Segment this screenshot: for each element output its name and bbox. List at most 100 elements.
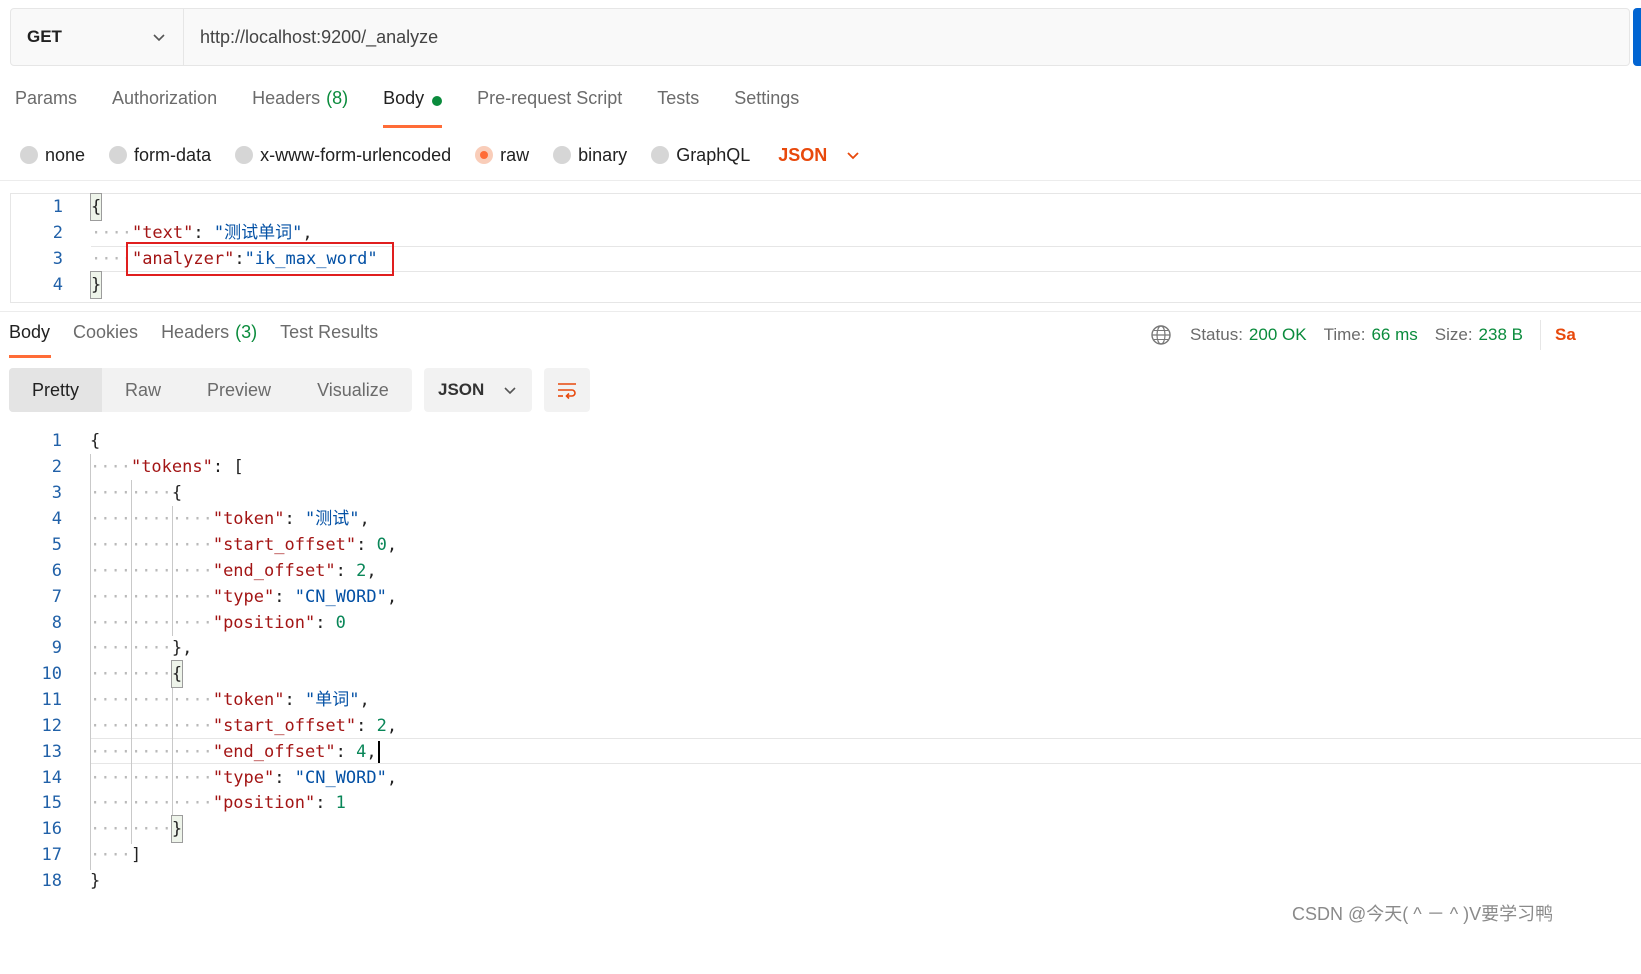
url-input[interactable]: http://localhost:9200/_analyze <box>184 9 1629 65</box>
size-label: Size: <box>1434 325 1473 344</box>
radio-form-data[interactable]: form-data <box>109 145 211 166</box>
text-cursor <box>377 741 380 763</box>
url-text: http://localhost:9200/_analyze <box>200 26 439 47</box>
save-response-button[interactable]: Sa <box>1555 325 1576 345</box>
code-line: ············"start_offset": 0, <box>90 535 398 555</box>
line-number: 17 <box>41 845 62 865</box>
radio-none[interactable]: none <box>20 145 85 166</box>
code-line: ············"end_offset": 2, <box>90 561 377 581</box>
response-format-dropdown[interactable]: JSON <box>424 368 532 412</box>
chevron-down-icon <box>847 152 859 160</box>
body-type-selector: none form-data x-www-form-urlencoded raw… <box>20 140 861 170</box>
tab-body[interactable]: Body <box>383 88 443 128</box>
line-number: 12 <box>41 716 62 736</box>
line-number: 2 <box>52 223 63 243</box>
response-tabs: Body Cookies Headers (3) Test Results <box>9 322 401 358</box>
response-body-viewer[interactable]: 1 2 3 4 5 6 7 8 9 10 11 12 13 14 15 16 1… <box>0 428 1641 898</box>
tab-headers[interactable]: Headers (8) <box>252 88 348 128</box>
code-line: ············"end_offset": 4, <box>90 739 380 765</box>
code-line: ····] <box>90 845 142 865</box>
line-number: 16 <box>41 819 62 839</box>
line-number: 1 <box>51 431 62 451</box>
status-value[interactable]: 200 OK <box>1249 325 1307 345</box>
code-line: { <box>90 431 101 451</box>
view-preview[interactable]: Preview <box>184 368 294 412</box>
code-line: ············"position": 0 <box>90 613 346 633</box>
divider <box>0 311 1641 312</box>
line-number: 11 <box>41 690 62 710</box>
body-format-dropdown[interactable]: JSON <box>778 145 861 166</box>
code-line: ············"start_offset": 2, <box>90 716 398 736</box>
code-line: ········{ <box>90 660 184 688</box>
send-button[interactable] <box>1633 8 1641 66</box>
tab-authorization[interactable]: Authorization <box>112 88 217 128</box>
method-select[interactable]: GET <box>11 9 184 65</box>
tab-params[interactable]: Params <box>15 88 77 128</box>
line-number: 4 <box>52 275 63 295</box>
size-value[interactable]: 238 B <box>1479 325 1523 345</box>
radio-circle-icon <box>553 146 572 164</box>
line-number: 3 <box>51 483 62 503</box>
chevron-down-icon <box>153 34 165 42</box>
view-pretty[interactable]: Pretty <box>9 368 103 412</box>
line-number: 6 <box>51 561 62 581</box>
globe-icon[interactable] <box>1150 324 1172 346</box>
radio-graphql[interactable]: GraphQL <box>651 145 750 166</box>
code-line: ········{ <box>90 483 183 503</box>
radio-checked-icon <box>475 146 494 164</box>
radio-circle-icon <box>651 146 670 164</box>
line-number: 3 <box>52 249 63 269</box>
code-line: ········}, <box>90 638 193 658</box>
request-url-bar: GET http://localhost:9200/_analyze <box>10 8 1630 66</box>
code-line: } <box>89 271 103 299</box>
time-value[interactable]: 66 ms <box>1371 325 1417 345</box>
divider <box>0 180 1641 181</box>
line-number: 1 <box>52 197 63 217</box>
code-line: ············"type": "CN_WORD", <box>90 768 398 788</box>
line-number: 15 <box>41 793 62 813</box>
line-number: 13 <box>41 742 62 762</box>
tab-test-results[interactable]: Test Results <box>280 322 378 358</box>
status-label: Status: <box>1190 325 1243 344</box>
tab-response-body[interactable]: Body <box>9 322 52 358</box>
code-line: ········} <box>90 815 184 843</box>
tab-tests[interactable]: Tests <box>657 88 699 128</box>
code-line: ············"token": "单词", <box>90 690 370 710</box>
tab-response-headers[interactable]: Headers (3) <box>161 322 257 358</box>
wrap-lines-icon <box>558 383 576 400</box>
annotation-highlight-box <box>126 242 394 276</box>
code-line: } <box>90 871 101 891</box>
tab-pre-request-script[interactable]: Pre-request Script <box>477 88 622 128</box>
headers-count: (8) <box>326 88 349 108</box>
line-number: 8 <box>51 613 62 633</box>
tab-cookies[interactable]: Cookies <box>73 322 138 358</box>
response-headers-count: (3) <box>235 322 258 342</box>
radio-x-www-form-urlencoded[interactable]: x-www-form-urlencoded <box>235 145 451 166</box>
radio-circle-icon <box>235 146 254 164</box>
divider <box>1539 320 1541 350</box>
tab-settings[interactable]: Settings <box>734 88 799 128</box>
view-visualize[interactable]: Visualize <box>294 368 412 412</box>
line-number: 14 <box>41 768 62 788</box>
line-number: 18 <box>41 871 62 891</box>
line-number: 7 <box>51 587 62 607</box>
chevron-down-icon <box>504 387 516 395</box>
code-line: ····"tokens": [ <box>90 457 244 477</box>
wrap-lines-button[interactable] <box>544 368 590 412</box>
view-mode-group: Pretty Raw Preview Visualize <box>9 368 412 412</box>
body-modified-dot-icon <box>432 96 443 106</box>
radio-raw[interactable]: raw <box>475 145 529 166</box>
line-number: 10 <box>41 664 62 684</box>
radio-binary[interactable]: binary <box>553 145 627 166</box>
radio-circle-icon <box>109 146 128 164</box>
code-line: { <box>89 193 103 221</box>
request-tabs: Params Authorization Headers (8) Body Pre… <box>15 88 834 128</box>
response-meta: Status: 200 OK Time: 66 ms Size: 238 B Sa <box>1150 320 1576 350</box>
line-number: 9 <box>51 638 62 658</box>
code-line: ············"token": "测试", <box>90 509 370 529</box>
line-number: 2 <box>51 457 62 477</box>
line-number: 4 <box>51 509 62 529</box>
time-label: Time: <box>1323 325 1366 344</box>
view-raw[interactable]: Raw <box>102 368 184 412</box>
line-number: 5 <box>51 535 62 555</box>
